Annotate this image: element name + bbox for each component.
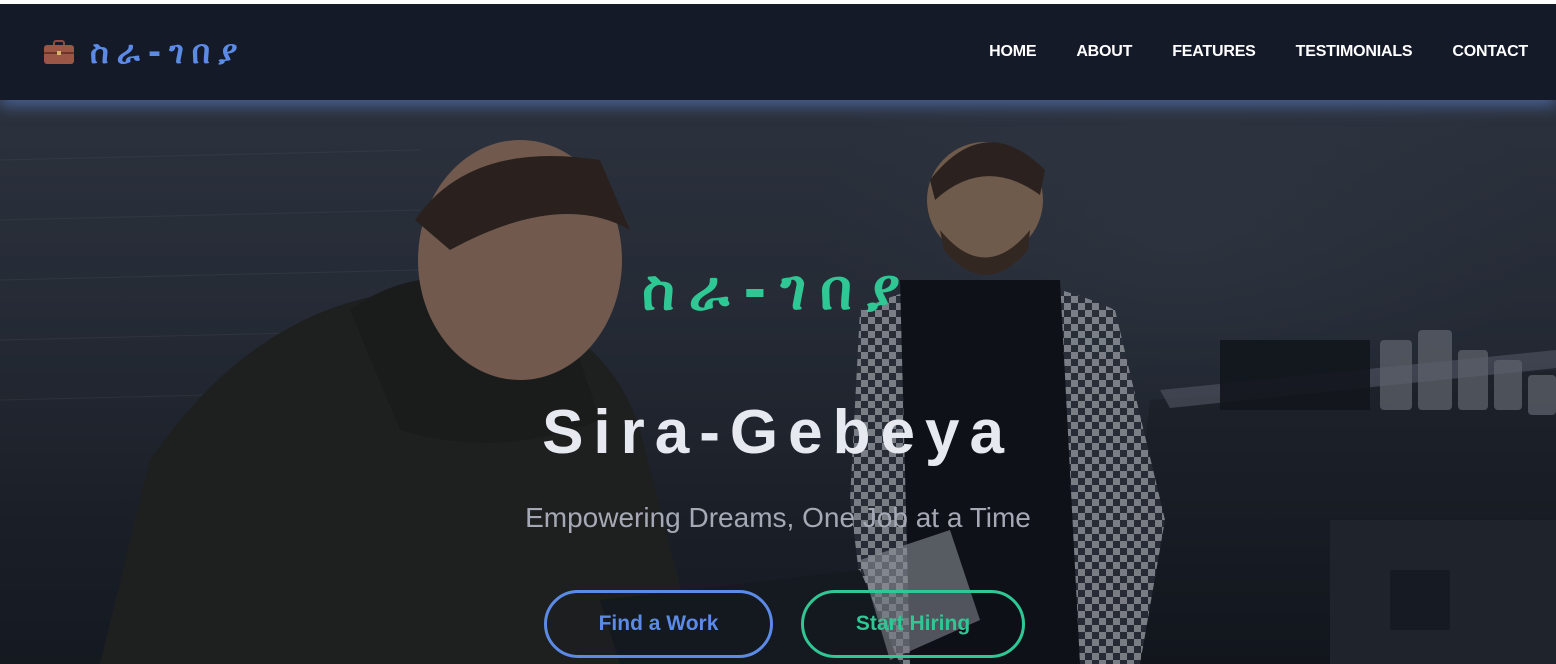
nav-link-contact[interactable]: CONTACT — [1452, 34, 1528, 70]
hero-content: ስራ-ገበያ Sira-Gebeya Empowering Dreams, On… — [0, 100, 1556, 664]
find-work-button[interactable]: Find a Work — [544, 590, 773, 658]
hero-tagline: Empowering Dreams, One Job at a Time — [525, 502, 1031, 533]
nav-link-testimonials[interactable]: TESTIMONIALS — [1296, 34, 1413, 70]
main-nav: HOME ABOUT FEATURES TESTIMONIALS CONTACT — [989, 34, 1528, 70]
hero-title: Sira-Gebeya — [542, 398, 1014, 467]
landing-page: ስራ-ገበያ HOME ABOUT FEATURES TESTIMONIALS … — [0, 0, 1556, 664]
top-border — [0, 0, 1556, 4]
briefcase-icon — [44, 40, 74, 64]
hero-amharic-title: ስራ-ገበያ — [642, 258, 914, 323]
nav-link-features[interactable]: FEATURES — [1172, 34, 1256, 70]
hero-section: ስራ-ገበያ Sira-Gebeya Empowering Dreams, On… — [0, 100, 1556, 664]
brand-name: ስራ-ገበያ — [90, 33, 246, 71]
nav-link-about[interactable]: ABOUT — [1076, 34, 1132, 70]
nav-link-home[interactable]: HOME — [989, 34, 1036, 70]
navbar: ስራ-ገበያ HOME ABOUT FEATURES TESTIMONIALS … — [0, 4, 1556, 100]
start-hiring-button[interactable]: Start Hiring — [801, 590, 1025, 658]
brand-logo-link[interactable]: ስራ-ገበያ — [44, 28, 245, 76]
